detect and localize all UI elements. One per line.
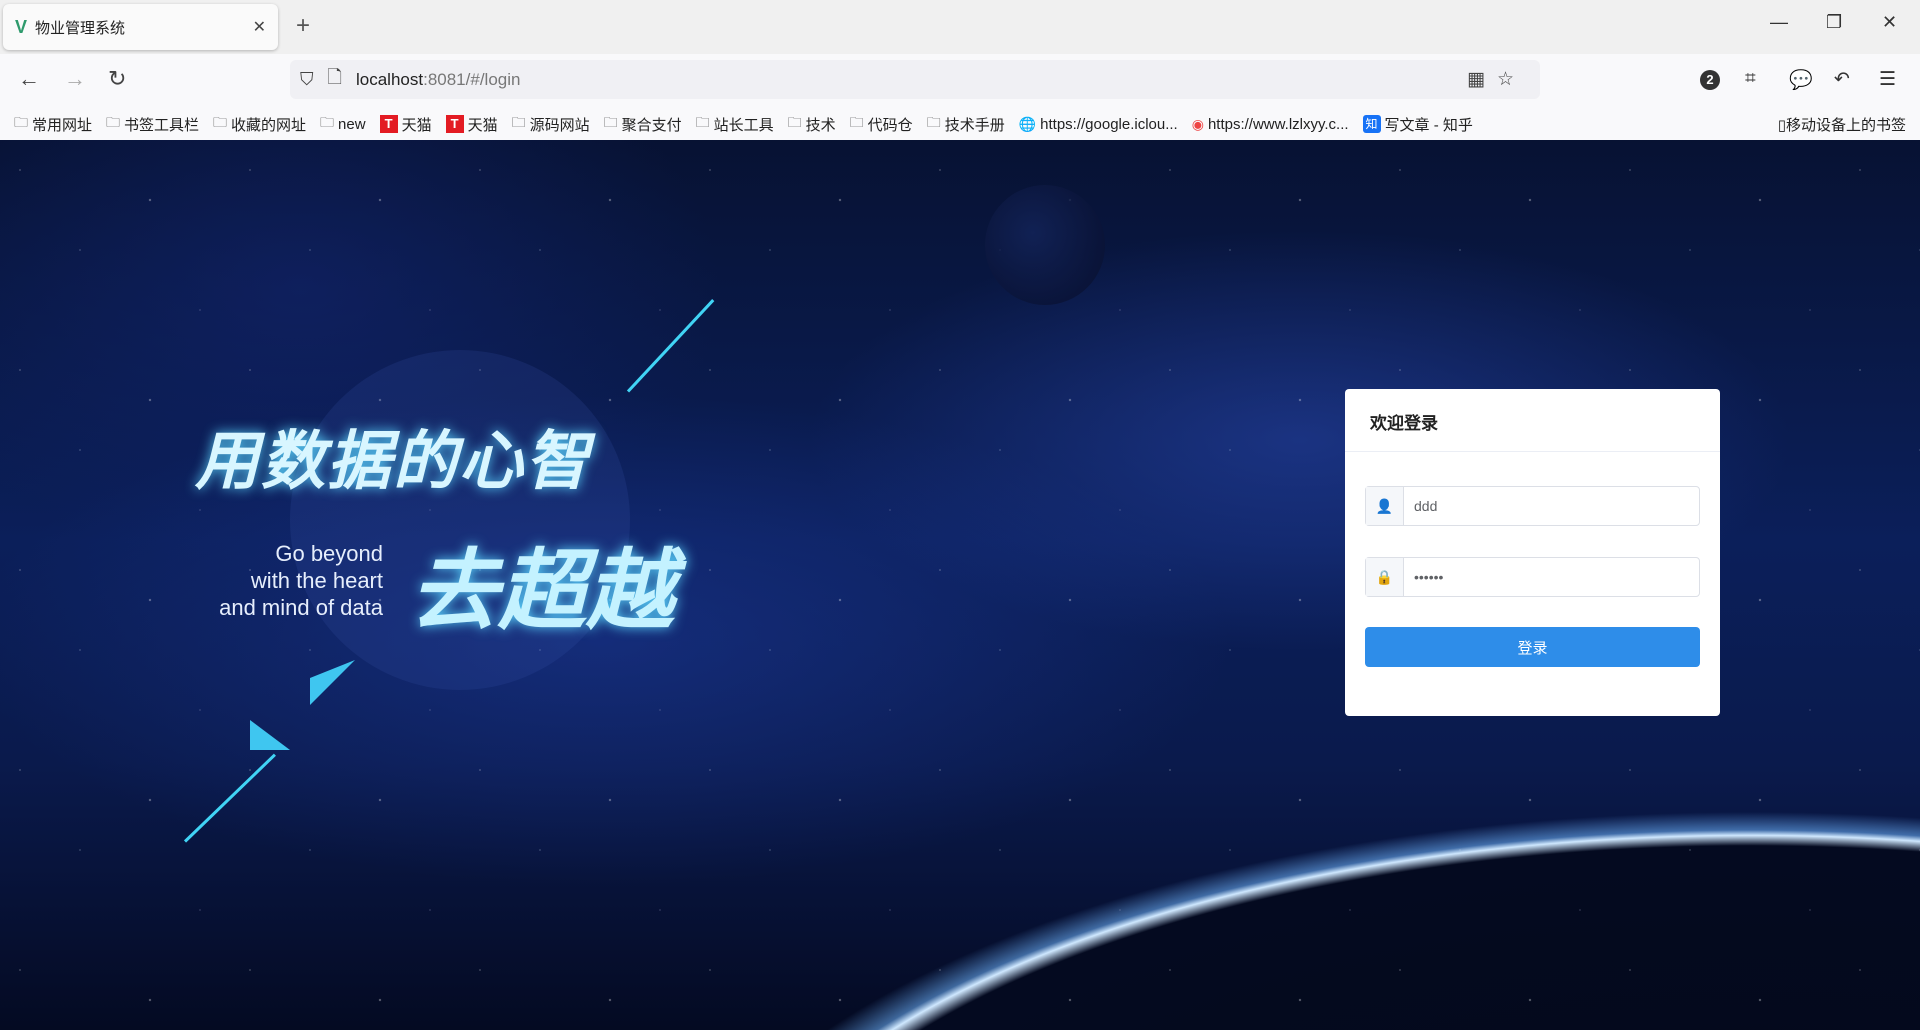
bookmark-label: 写文章 - 知乎 (1384, 116, 1473, 134)
folder-icon: 🗀 (849, 114, 864, 130)
menu-icon[interactable]: ☰ (1879, 68, 1896, 91)
reload-icon[interactable]: ↻ (108, 66, 126, 92)
extension-badge[interactable]: 2 (1700, 68, 1720, 90)
phone-icon: ▯ (1777, 117, 1786, 134)
page-icon: 🗋 (327, 66, 342, 87)
login-card: 欢迎登录 👤 🔒 登录 (1345, 389, 1720, 716)
bookmarks-bar: 🗀 常用网址 🗀 书签工具栏 🗀 收藏的网址 🗀 new T 天猫 T 天猫 🗀 源码网站 🗀 聚合支付 🗀 站长… (0, 108, 1920, 140)
password-input[interactable] (1404, 558, 1699, 596)
chrome-icon: ◉ (1191, 115, 1204, 132)
bookmark-item[interactable]: 🗀 常用网址 (14, 112, 92, 136)
address-bar[interactable]: ⛉ 🗋 localhost:8081/#/login ▦☆ (290, 60, 1540, 99)
bookmark-label: https://www.lzlxyy.c... (1207, 115, 1349, 133)
bookmark-item[interactable]: ◉ https://www.lzlxyy.c... (1192, 116, 1349, 133)
tab-bar: V 物业管理系统 ✕ + — ❐ ✕ (0, 0, 1920, 54)
bookmark-item[interactable]: 🗀 书签工具栏 (106, 112, 199, 136)
bookmark-item[interactable]: 🗀 站长工具 (696, 112, 774, 136)
back-icon[interactable]: ← (18, 66, 40, 92)
folder-icon: 🗀 (511, 114, 526, 130)
bookmark-item[interactable]: 🗀 技术手册 (927, 112, 1005, 136)
folder-icon: 🗀 (603, 114, 618, 130)
bookmark-label: 天猫 (467, 116, 498, 134)
url-host: localhost (355, 69, 424, 89)
zhihu-icon: 知 (1362, 115, 1381, 133)
tmall-icon: T (379, 115, 398, 133)
login-page: 用数据的心智 去超越 Go beyond with the heart and … (0, 140, 1920, 1030)
bookmark-label: 收藏的网址 (231, 116, 307, 134)
qr-code-icon[interactable]: ▦ (1467, 69, 1497, 90)
tab-active[interactable]: V 物业管理系统 ✕ (3, 4, 278, 50)
lock-icon: 🔒 (1366, 558, 1404, 596)
bookmark-label: 技术 (805, 116, 836, 134)
close-window-icon[interactable]: ✕ (1882, 12, 1897, 33)
folder-icon: 🗀 (320, 114, 335, 130)
folder-icon: 🗀 (14, 114, 28, 130)
url-path: :8081/#/login (423, 69, 521, 89)
tab-close-icon[interactable]: ✕ (253, 17, 266, 37)
hero-english-text: Go beyond with the heart and mind of dat… (219, 541, 383, 620)
folder-icon: 🗀 (926, 114, 941, 130)
tmall-icon: T (445, 115, 464, 133)
crop-icon[interactable]: ⌗ (1745, 68, 1756, 90)
bookmark-item[interactable]: 🗀 源码网站 (512, 112, 590, 136)
bookmark-label: 常用网址 (32, 116, 93, 134)
folder-icon: 🗀 (106, 114, 121, 130)
chat-icon[interactable]: 💬 (1789, 68, 1813, 92)
bookmark-label: 书签工具栏 (124, 116, 200, 134)
bookmark-label: 源码网站 (529, 116, 590, 134)
bookmark-item[interactable]: T 天猫 (445, 114, 498, 135)
forward-icon[interactable]: → (64, 66, 86, 92)
folder-icon: 🗀 (787, 114, 802, 130)
hero-slogan: 用数据的心智 去超越 (195, 424, 675, 642)
bookmark-item[interactable]: 🌐 https://google.iclou... (1019, 116, 1178, 133)
minimize-icon[interactable]: — (1770, 12, 1788, 33)
username-field[interactable]: 👤 (1365, 486, 1700, 526)
username-input[interactable] (1404, 487, 1699, 525)
bookmark-item[interactable]: 🗀 收藏的网址 (213, 112, 306, 136)
bookmark-label: 天猫 (401, 116, 432, 134)
bookmark-item[interactable]: 🗀 new (320, 112, 366, 136)
bookmark-item[interactable]: 🗀 代码仓 (850, 112, 913, 136)
bookmark-item[interactable]: 🗀 技术 (788, 112, 836, 136)
login-title: 欢迎登录 (1345, 389, 1720, 452)
password-field[interactable]: 🔒 (1365, 557, 1700, 597)
folder-icon: 🗀 (213, 114, 228, 130)
folder-icon: 🗀 (695, 114, 710, 130)
bookmark-label: 聚合支付 (621, 116, 682, 134)
bookmark-star-icon[interactable]: ☆ (1497, 69, 1526, 90)
restore-icon[interactable]: ❐ (1826, 12, 1842, 33)
undo-icon[interactable]: ↶ (1834, 68, 1850, 91)
mobile-bookmarks[interactable]: ▯移动设备上的书签 (1778, 114, 1906, 135)
shield-icon[interactable]: ⛉ (300, 69, 314, 90)
moon-decoration (985, 185, 1105, 305)
tab-title: 物业管理系统 (35, 19, 126, 37)
new-tab-button[interactable]: + (296, 12, 310, 40)
bookmark-label: 站长工具 (713, 116, 774, 134)
vue-favicon-icon: V (15, 16, 28, 37)
bookmark-item[interactable]: 🗀 聚合支付 (604, 112, 682, 136)
bookmark-item[interactable]: T 天猫 (379, 114, 432, 135)
user-icon: 👤 (1366, 487, 1404, 525)
bookmark-item[interactable]: 知写文章 - 知乎 (1362, 114, 1473, 135)
bookmark-label: https://google.iclou... (1040, 115, 1178, 133)
login-button[interactable]: 登录 (1365, 627, 1700, 667)
bookmark-label: 技术手册 (944, 116, 1005, 134)
bookmark-label: 代码仓 (867, 116, 913, 134)
globe-icon: 🌐 (1018, 115, 1037, 132)
bookmark-label: new (338, 115, 366, 133)
